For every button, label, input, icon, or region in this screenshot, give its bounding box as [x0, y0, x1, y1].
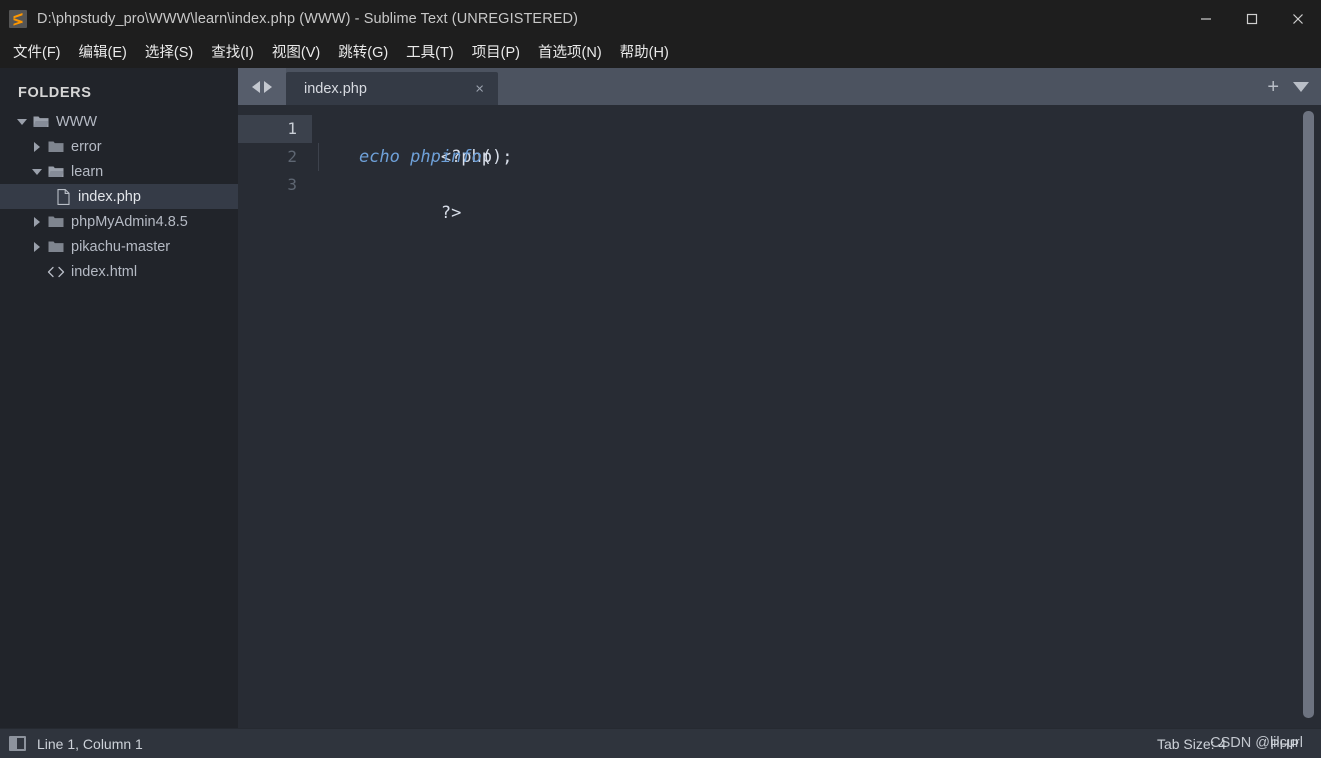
- twisty-down-icon[interactable]: [14, 118, 30, 125]
- cursor-position-label: Line 1, Column 1: [37, 735, 143, 752]
- tab-navigation-arrows[interactable]: [238, 68, 286, 105]
- menu-edit[interactable]: 编辑(E): [70, 42, 136, 65]
- tree-item-error[interactable]: error: [0, 134, 238, 159]
- menu-bar: 文件(F) 编辑(E) 选择(S) 查找(I) 视图(V) 跳转(G) 工具(T…: [0, 38, 1321, 68]
- line-number: 3: [287, 175, 297, 194]
- code-content[interactable]: <?php echo phpinfo(); ?>: [312, 105, 1321, 728]
- new-tab-icon[interactable]: +: [1267, 77, 1279, 97]
- menu-help[interactable]: 帮助(H): [611, 42, 678, 65]
- tree-item-index-html[interactable]: index.html: [0, 259, 238, 284]
- tab-bar: index.php × +: [238, 68, 1321, 105]
- minimize-button[interactable]: [1183, 0, 1229, 38]
- syntax-label[interactable]: PHP: [1248, 736, 1321, 752]
- menu-file[interactable]: 文件(F): [4, 42, 70, 65]
- tab-bar-actions: +: [1267, 68, 1309, 105]
- menu-preferences[interactable]: 首选项(N): [529, 42, 611, 65]
- title-bar: D:\phpstudy_pro\WWW\learn\index.php (WWW…: [0, 0, 1321, 38]
- tree-item-pikachu-master[interactable]: pikachu-master: [0, 234, 238, 259]
- menu-goto[interactable]: 跳转(G): [329, 42, 397, 65]
- tab-index-php[interactable]: index.php ×: [286, 72, 498, 105]
- code-line-2: echo phpinfo();: [312, 143, 1321, 171]
- indent-guide: [318, 143, 319, 171]
- chevron-left-icon[interactable]: [252, 80, 260, 93]
- code-line-1: <?php: [312, 115, 1321, 167]
- sidebar-toggle-icon[interactable]: [9, 736, 26, 751]
- folder-open-icon: [30, 115, 52, 128]
- code-token-php-close: ?>: [440, 203, 462, 223]
- tree-label: error: [71, 138, 102, 155]
- twisty-down-icon[interactable]: [29, 168, 45, 175]
- tab-label: index.php: [304, 80, 367, 97]
- line-number: 2: [287, 147, 297, 166]
- file-icon: [52, 188, 74, 205]
- tree-label: learn: [71, 163, 104, 180]
- tree-item-phpmyadmin[interactable]: phpMyAdmin4.8.5: [0, 209, 238, 234]
- chevron-right-icon[interactable]: [264, 80, 272, 93]
- code-editor[interactable]: 1 2 3 <?php echo phpinfo(); ?>: [238, 105, 1321, 728]
- close-icon[interactable]: ×: [475, 81, 484, 96]
- window-controls: [1183, 0, 1321, 38]
- line-number: 1: [238, 115, 312, 143]
- code-line-3: ?>: [312, 171, 1321, 223]
- maximize-button[interactable]: [1229, 0, 1275, 38]
- folder-closed-icon: [45, 240, 67, 253]
- sidebar-file-tree: FOLDERS WWW error learn index.php phpMyA…: [0, 68, 238, 728]
- folder-open-icon: [45, 165, 67, 178]
- tree-label: index.php: [78, 188, 141, 205]
- editor-pane: index.php × + 1 2 3 <?php echo phpinfo()…: [238, 68, 1321, 728]
- menu-project[interactable]: 项目(P): [463, 42, 529, 65]
- twisty-right-icon[interactable]: [29, 216, 45, 227]
- code-token-echo-phpinfo: echo phpinfo: [358, 147, 482, 167]
- status-bar-left: Line 1, Column 1: [0, 736, 143, 752]
- folder-closed-icon: [45, 140, 67, 153]
- close-button[interactable]: [1275, 0, 1321, 38]
- twisty-right-icon[interactable]: [29, 241, 45, 252]
- menu-selection[interactable]: 选择(S): [136, 42, 202, 65]
- window-title: D:\phpstudy_pro\WWW\learn\index.php (WWW…: [37, 11, 579, 27]
- workspace: FOLDERS WWW error learn index.php phpMyA…: [0, 68, 1321, 728]
- tree-label: pikachu-master: [71, 238, 171, 255]
- menu-view[interactable]: 视图(V): [263, 42, 329, 65]
- folder-closed-icon: [45, 215, 67, 228]
- menu-find[interactable]: 查找(I): [202, 42, 263, 65]
- tree-label: index.html: [71, 263, 138, 280]
- sublime-text-logo-icon: [9, 10, 27, 28]
- twisty-right-icon[interactable]: [29, 141, 45, 152]
- line-number-gutter: 1 2 3: [238, 105, 312, 728]
- status-bar: Line 1, Column 1 Tab Size: 4 PHP CSDN @l…: [0, 728, 1321, 758]
- tree-label: WWW: [56, 113, 98, 130]
- tree-item-index-php[interactable]: index.php: [0, 184, 238, 209]
- sidebar-header-folders: FOLDERS: [18, 85, 92, 101]
- chevron-down-icon[interactable]: [1293, 81, 1309, 92]
- tab-size-label[interactable]: Tab Size: 4: [1135, 736, 1248, 752]
- tree-item-learn[interactable]: learn: [0, 159, 238, 184]
- vertical-scrollbar[interactable]: [1303, 111, 1314, 718]
- tree-label: phpMyAdmin4.8.5: [71, 213, 188, 230]
- code-token-call-parens: ();: [481, 147, 513, 167]
- sublime-text-window: D:\phpstudy_pro\WWW\learn\index.php (WWW…: [0, 0, 1321, 758]
- tree-item-www[interactable]: WWW: [0, 109, 238, 134]
- code-file-icon: [45, 266, 67, 278]
- status-bar-right: Tab Size: 4 PHP: [1135, 729, 1321, 758]
- menu-tools[interactable]: 工具(T): [397, 42, 463, 65]
